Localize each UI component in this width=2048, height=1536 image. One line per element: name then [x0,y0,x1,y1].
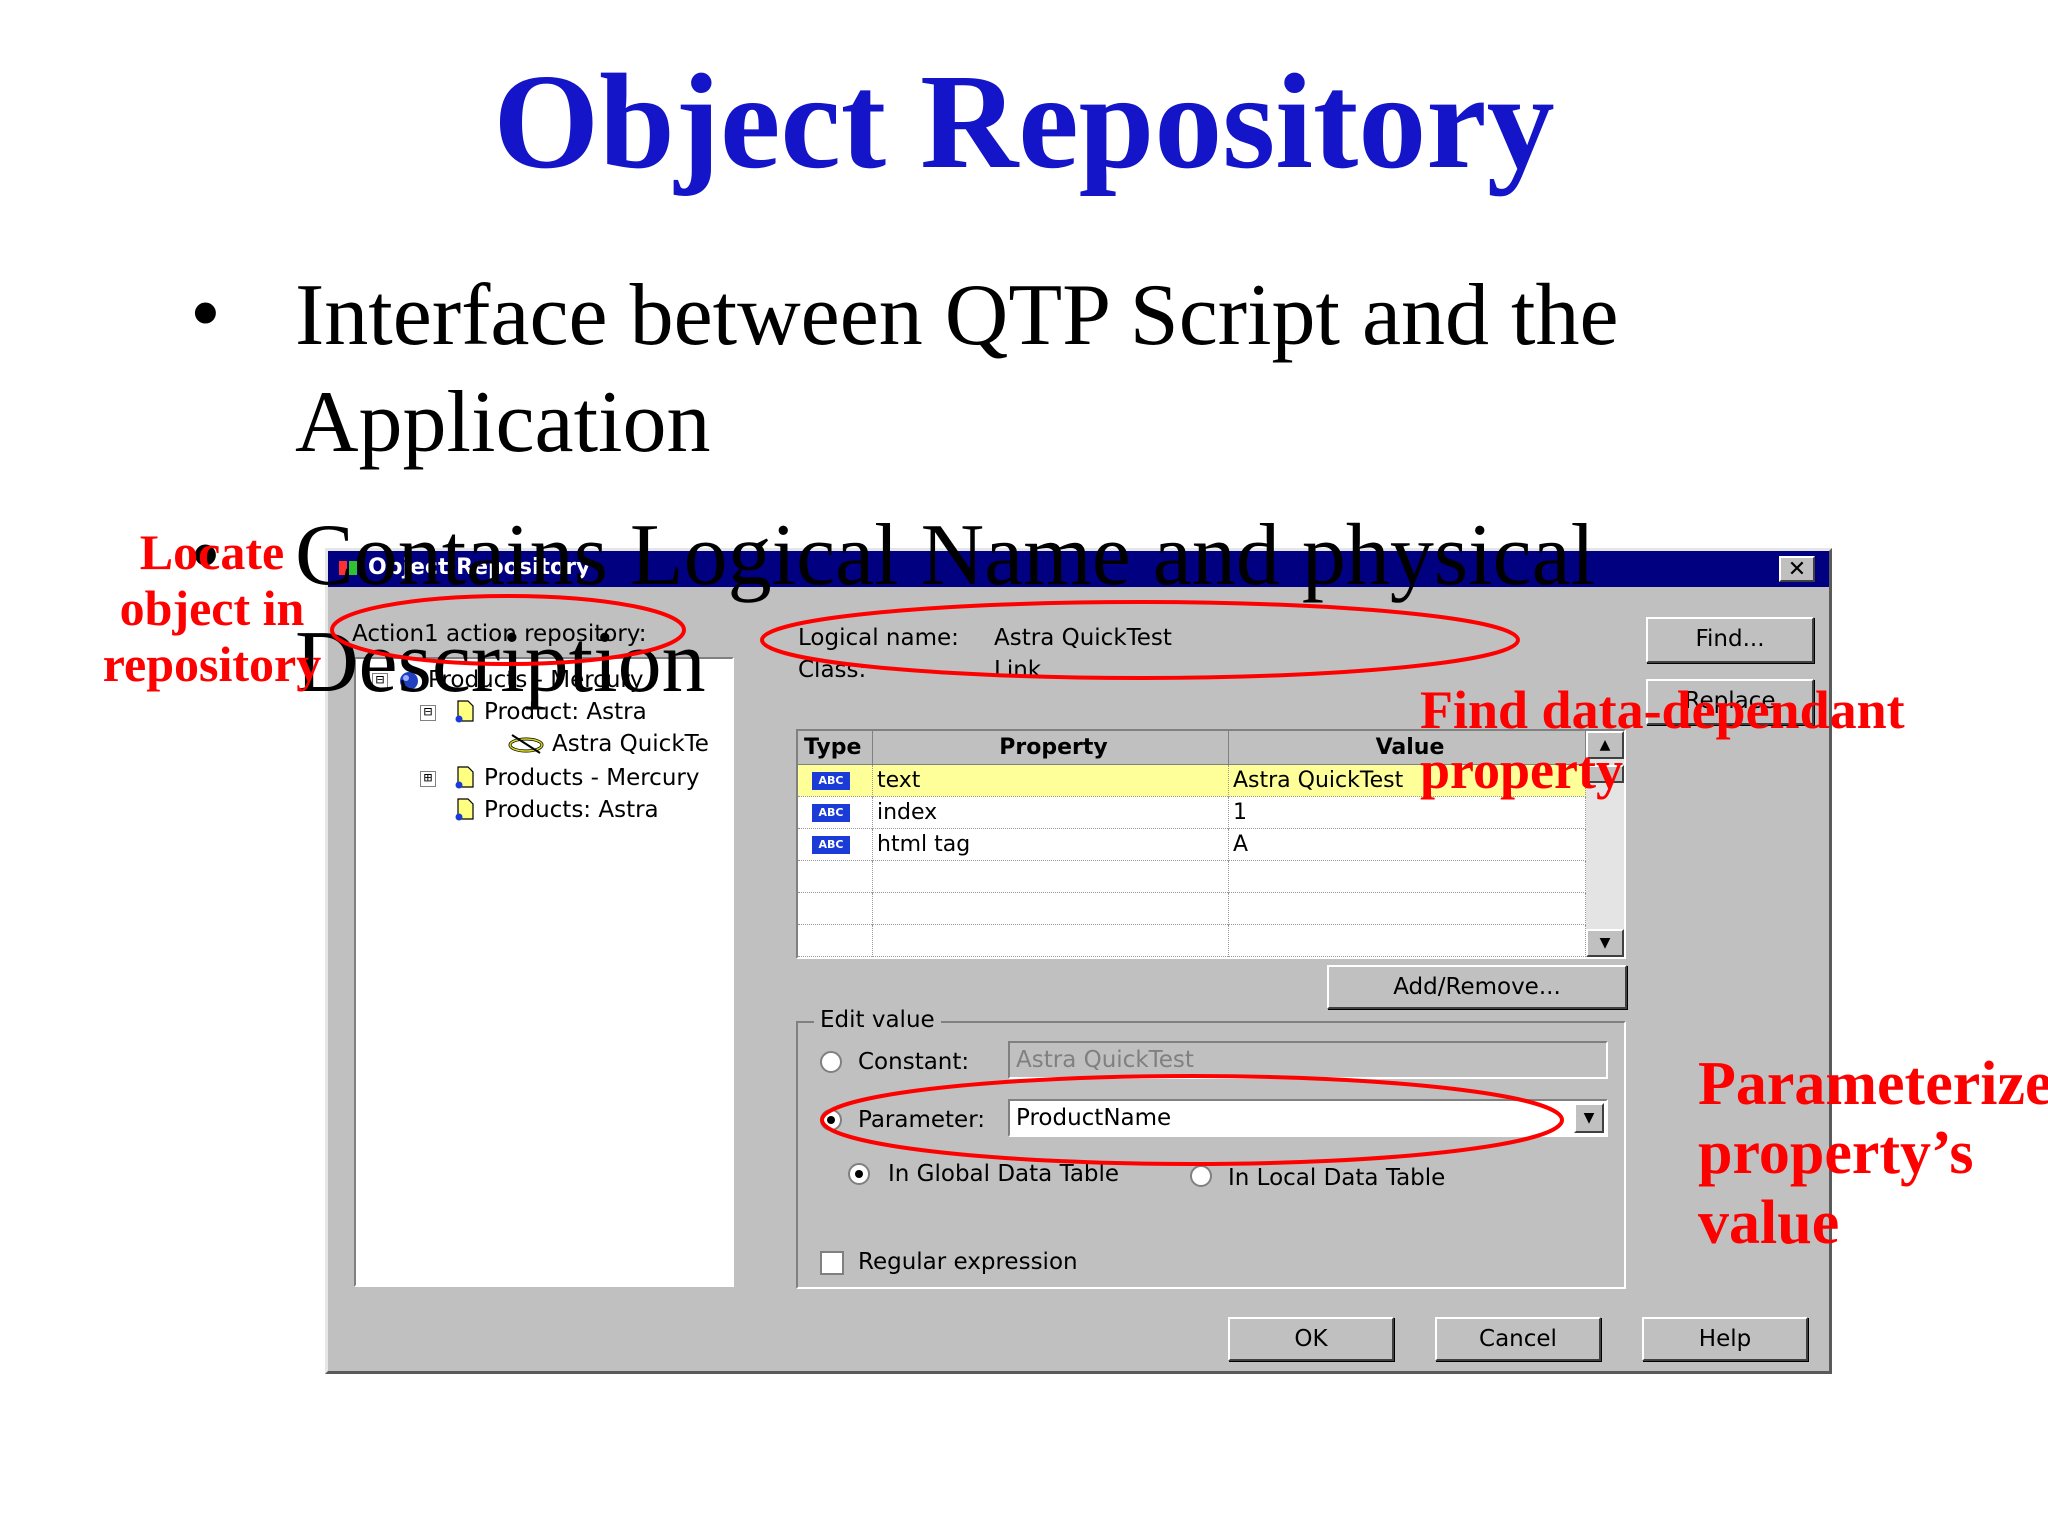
page-icon [455,766,474,789]
string-type-icon: ABC [812,836,850,854]
table-row-empty [798,893,1586,925]
table-row-empty [798,925,1586,957]
grid-header-property[interactable]: Property [873,731,1229,765]
edit-value-label: Edit value [814,1007,941,1033]
value-cell: A [1229,829,1586,861]
link-icon [508,734,544,754]
regex-label: Regular expression [858,1249,1078,1275]
grid-header-type[interactable]: Type [798,731,873,765]
bullet-dot: • [190,265,221,362]
value-cell: 1 [1229,797,1586,829]
constant-field[interactable]: Astra QuickTest [1008,1041,1608,1079]
property-cell: index [873,797,1229,829]
ok-button[interactable]: OK [1228,1317,1394,1361]
annotation-locate: Locate object in repository [102,524,322,692]
parameter-radio[interactable] [820,1109,842,1131]
parameter-label: Parameter: [858,1107,986,1133]
slide-title: Object Repository [493,47,1555,197]
table-row[interactable]: ABC index 1 [798,797,1586,829]
bullet-text-interface: Interface between QTP Script and the App… [295,267,1619,472]
string-type-icon: ABC [812,804,850,822]
global-table-label: In Global Data Table [888,1161,1120,1187]
repository-tree[interactable]: ⊟ Products - Mercury ⊟ Product: Astra As… [354,657,734,1287]
help-button[interactable]: Help [1642,1317,1808,1361]
page-icon [455,798,474,821]
global-table-radio[interactable] [848,1163,870,1185]
local-table-label: In Local Data Table [1228,1165,1446,1191]
add-remove-button[interactable]: Add/Remove... [1327,965,1627,1009]
annotation-parameterize: Parameterize property’s value [1698,1050,2048,1257]
tree-item-products-mercury-2[interactable]: Products - Mercury [484,765,699,791]
close-button[interactable]: ✕ [1779,556,1815,582]
table-row-empty [798,861,1586,893]
table-row[interactable]: ABC html tag A [798,829,1586,861]
parameter-value: ProductName [1016,1105,1172,1131]
constant-radio[interactable] [820,1051,842,1073]
property-cell: text [873,765,1229,797]
scroll-down-icon[interactable]: ▼ [1586,929,1624,957]
constant-label: Constant: [858,1049,970,1075]
chevron-down-icon[interactable]: ▼ [1574,1103,1604,1133]
tree-expand-icon[interactable]: ⊞ [420,771,436,787]
local-table-radio[interactable] [1190,1165,1212,1187]
cancel-button[interactable]: Cancel [1435,1317,1601,1361]
tree-item-astra-quicktest[interactable]: Astra QuickTe [552,731,709,757]
parameter-select[interactable]: ProductName ▼ [1008,1099,1608,1137]
annotation-find: Find data-dependant property [1420,680,1905,801]
regex-checkbox[interactable] [820,1251,844,1275]
string-type-icon: ABC [812,772,850,790]
close-icon: ✕ [1787,557,1807,582]
property-cell: html tag [873,829,1229,861]
tree-item-products-astra[interactable]: Products: Astra [484,797,659,823]
